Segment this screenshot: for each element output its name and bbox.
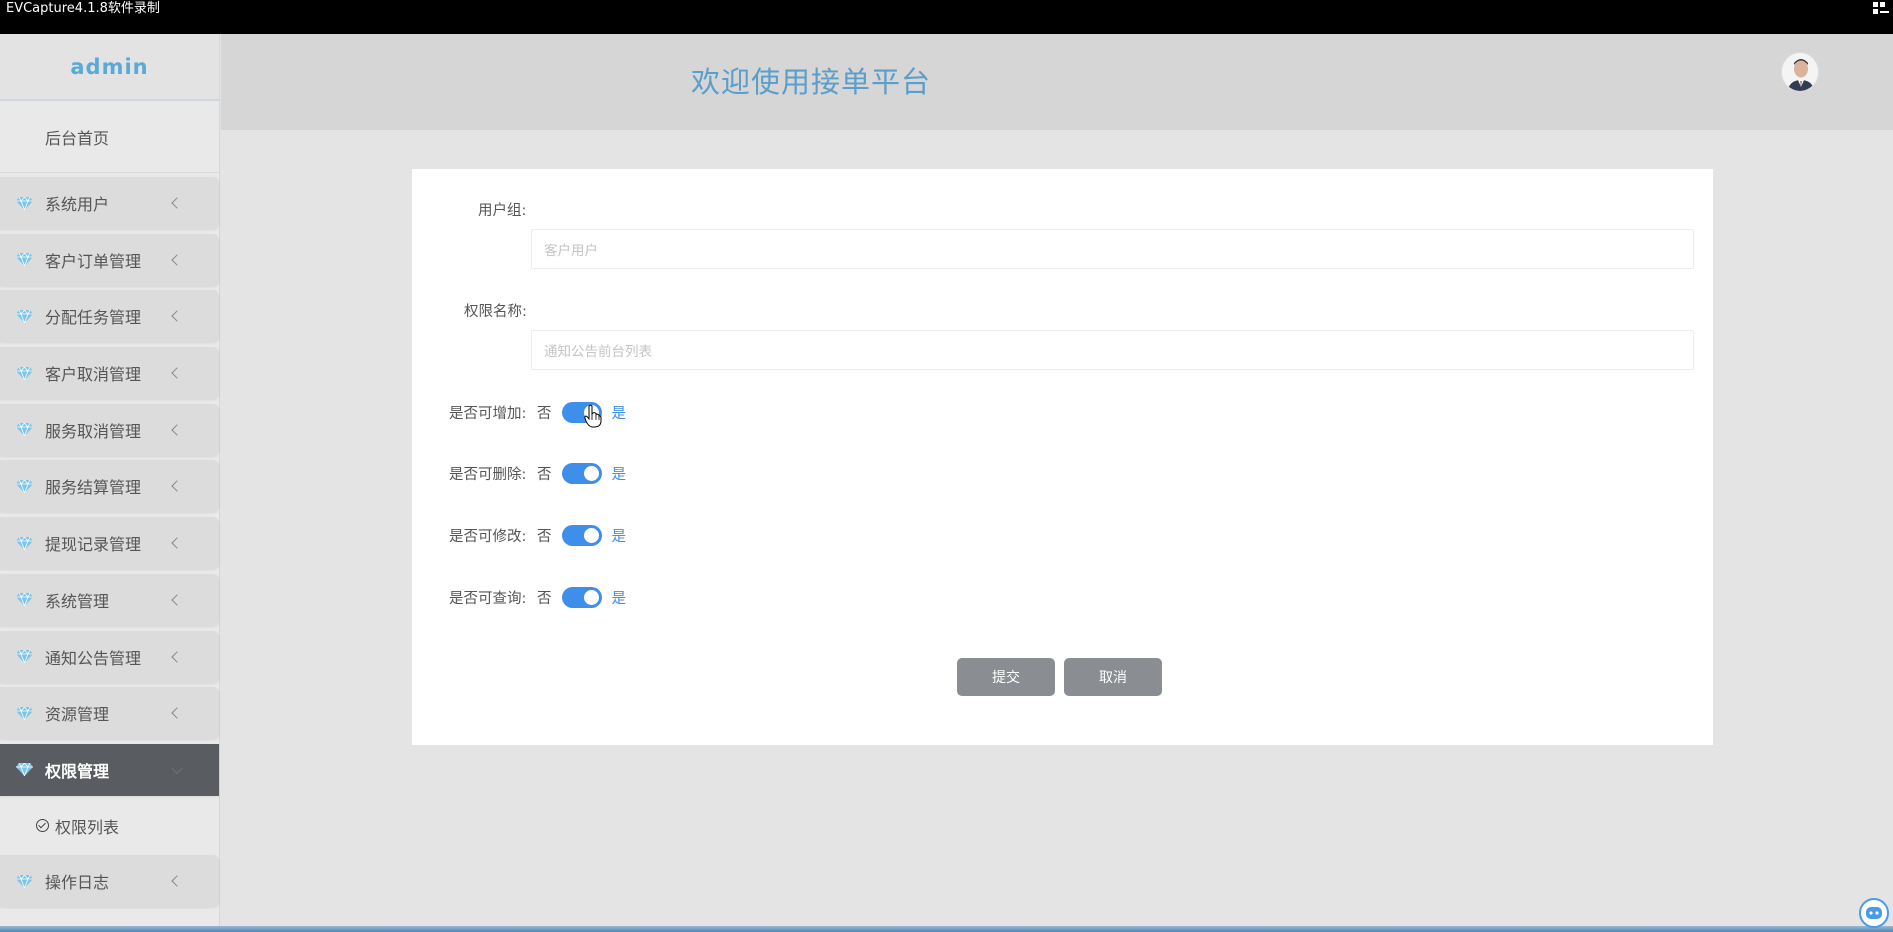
sidebar-item-label: 服务结算管理: [45, 478, 142, 498]
grip-icon[interactable]: [1873, 2, 1889, 16]
sidebar-item-label: 权限管理: [45, 761, 110, 781]
hand-cursor-icon: [584, 404, 602, 428]
sidebar-subitem-label: 权限列表: [55, 817, 120, 837]
switch-off-text: 否: [537, 528, 552, 545]
sidebar-item-label: 系统管理: [45, 591, 110, 611]
chevron-left-icon: [171, 310, 183, 323]
chevron-left-icon: [171, 197, 183, 209]
chevron-left-icon: [171, 875, 183, 887]
sidebar-item-permissions[interactable]: 权限管理: [0, 743, 219, 796]
permission-name-label: 权限名称:: [464, 304, 527, 320]
chat-bot-icon[interactable]: [1859, 898, 1889, 928]
chevron-left-icon: [171, 537, 183, 549]
delete-toggle[interactable]: [561, 462, 602, 484]
switch-label: 是否可删除:: [449, 466, 527, 483]
switch-off-text: 否: [537, 466, 552, 483]
sidebar-item-label: 操作日志: [45, 873, 110, 893]
window-titlebar: EVCapture4.1.8软件录制: [0, 0, 1893, 34]
switch-off-text: 否: [537, 405, 552, 422]
sidebar: admin 后台首页 系统用户 客户订单管理 分配任务管理 客户取消管理 服务取…: [0, 34, 220, 926]
diamond-icon: [16, 196, 33, 210]
sidebar-item-label: 服务取消管理: [45, 421, 142, 441]
switch-label: 是否可修改:: [449, 528, 527, 545]
diamond-icon: [16, 423, 33, 437]
diamond-icon: [16, 874, 33, 888]
user-group-label: 用户组:: [478, 203, 527, 219]
toggle-knob: [583, 589, 599, 605]
sidebar-item-task-assign[interactable]: 分配任务管理: [0, 290, 219, 343]
diamond-icon: [16, 650, 33, 663]
permission-name-placeholder: 通知公告前台列表: [544, 344, 652, 360]
diamond-icon: [16, 253, 33, 267]
sidebar-item-home[interactable]: 后台首页: [0, 101, 219, 173]
diamond-icon: [16, 309, 33, 323]
user-group-input[interactable]: 客户用户: [531, 229, 1694, 269]
sidebar-item-withdraw-records[interactable]: 提现记录管理: [0, 517, 219, 570]
switch-on-text: 是: [611, 405, 627, 422]
sidebar-item-label: 分配任务管理: [45, 308, 142, 328]
sidebar-item-label: 后台首页: [45, 128, 110, 148]
taskbar-strip: [0, 926, 1893, 932]
diamond-icon: [16, 536, 33, 550]
check-circle-icon: [36, 819, 49, 833]
sidebar-item-label: 资源管理: [45, 705, 110, 725]
sidebar-item-label: 通知公告管理: [45, 648, 142, 668]
switch-on-text: 是: [611, 466, 627, 483]
user-avatar-icon: [1782, 53, 1818, 91]
sidebar-item-notices[interactable]: 通知公告管理: [0, 630, 219, 683]
sidebar-item-customer-cancel[interactable]: 客户取消管理: [0, 347, 219, 400]
avatar[interactable]: [1781, 52, 1819, 92]
switch-row-delete: 是否可删除: 否 是: [449, 461, 626, 485]
sidebar-item-service-cancel[interactable]: 服务取消管理: [0, 403, 219, 456]
sidebar-item-service-settlement[interactable]: 服务结算管理: [0, 460, 219, 513]
diamond-icon: [16, 706, 33, 720]
sidebar-item-customer-orders[interactable]: 客户订单管理: [0, 233, 219, 286]
sidebar-item-system-management[interactable]: 系统管理: [0, 573, 219, 626]
cancel-button[interactable]: 取消: [1064, 658, 1162, 696]
bot-face-icon: [1866, 907, 1882, 919]
edit-toggle[interactable]: [561, 524, 602, 546]
chevron-left-icon: [171, 367, 183, 379]
brand-name: admin: [70, 54, 149, 79]
switch-label: 是否可增加:: [449, 405, 527, 422]
diamond-icon: [16, 366, 33, 380]
sidebar-item-system-users[interactable]: 系统用户: [0, 177, 219, 229]
toggle-knob: [583, 465, 599, 481]
diamond-icon: [16, 479, 33, 493]
chevron-left-icon: [171, 650, 183, 663]
chevron-left-icon: [171, 480, 183, 493]
chevron-left-icon: [171, 707, 183, 719]
toggle-knob: [583, 527, 599, 543]
chevron-left-icon: [171, 424, 183, 436]
switch-off-text: 否: [537, 590, 552, 607]
sidebar-item-label: 系统用户: [45, 195, 110, 214]
chevron-left-icon: [171, 254, 183, 266]
brand: admin: [0, 34, 219, 101]
switch-row-edit: 是否可修改: 否 是: [449, 523, 626, 547]
sidebar-subitem-permission-list[interactable]: 权限列表: [0, 800, 219, 851]
window-title: EVCapture4.1.8软件录制: [6, 1, 160, 16]
sidebar-item-resources[interactable]: 资源管理: [0, 687, 219, 740]
sidebar-item-operation-log[interactable]: 操作日志: [0, 855, 219, 908]
switch-on-text: 是: [611, 590, 627, 607]
diamond-icon: [16, 593, 33, 607]
switch-label: 是否可查询:: [449, 590, 527, 607]
permission-form: 用户组: 客户用户 权限名称: 通知公告前台列表 是否可增加: 否 是 是否可删…: [412, 169, 1713, 745]
switch-row-query: 是否可查询: 否 是: [449, 585, 626, 609]
sidebar-item-label: 客户取消管理: [45, 365, 142, 385]
sidebar-item-label: 客户订单管理: [45, 251, 142, 271]
user-group-placeholder: 客户用户: [544, 243, 598, 259]
header: 欢迎使用接单平台: [221, 34, 1893, 130]
chevron-left-icon: [171, 594, 183, 606]
chevron-down-icon: [171, 762, 183, 774]
diamond-icon: [16, 763, 33, 777]
query-toggle[interactable]: [561, 586, 602, 608]
switch-on-text: 是: [611, 528, 627, 545]
permission-name-input[interactable]: 通知公告前台列表: [531, 330, 1694, 370]
page-title: 欢迎使用接单平台: [691, 65, 932, 99]
submit-button[interactable]: 提交: [957, 658, 1055, 696]
sidebar-item-label: 提现记录管理: [45, 535, 142, 555]
